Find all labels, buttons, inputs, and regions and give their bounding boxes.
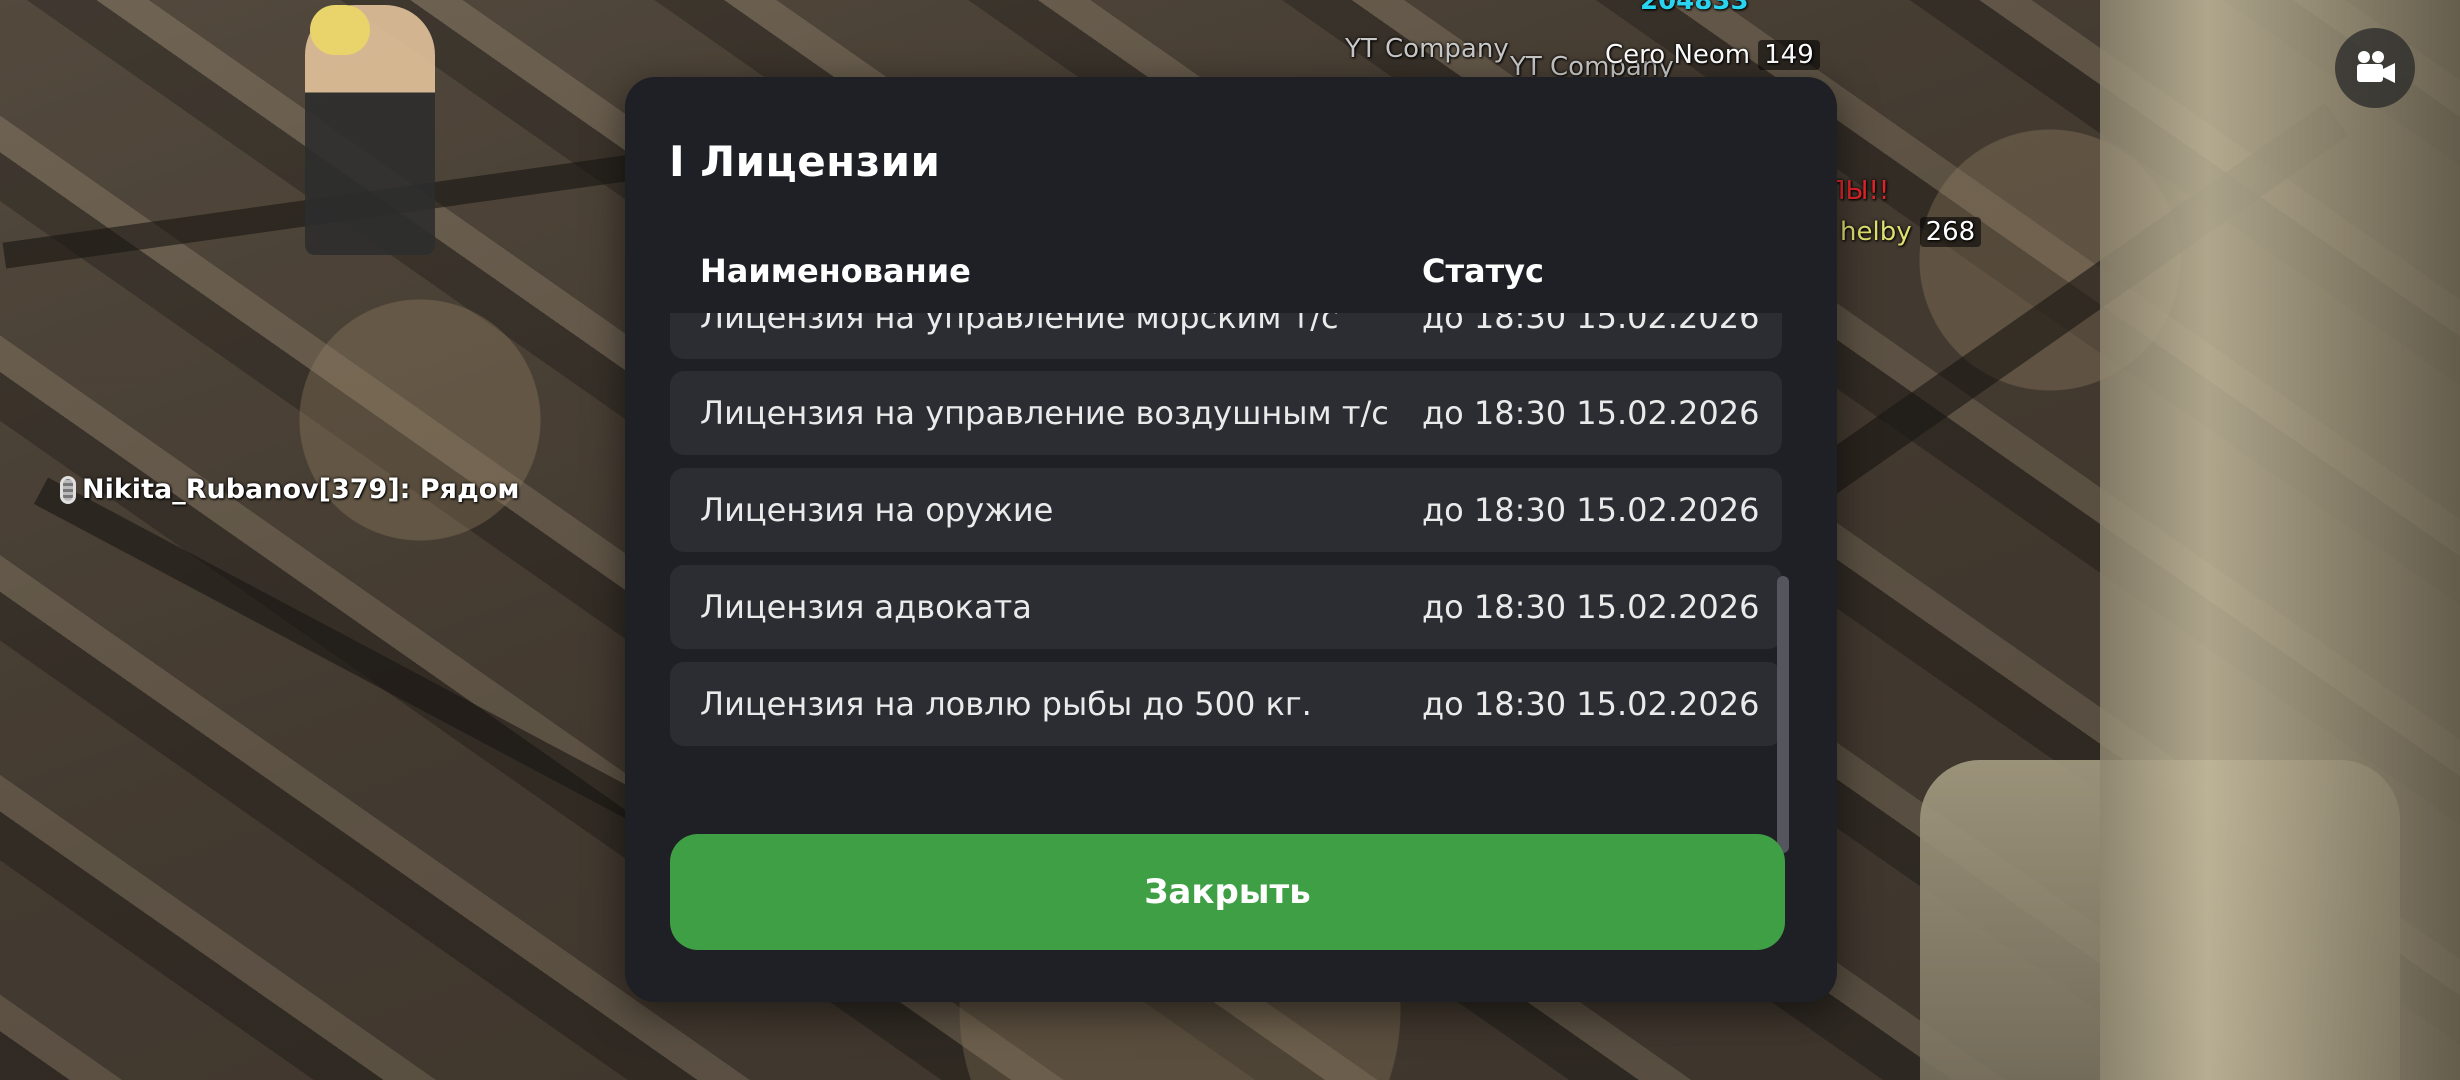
license-row[interactable]: Лицензия на управление воздушным т/с до …	[670, 371, 1782, 455]
license-name: Лицензия на управление воздушным т/с	[700, 394, 1389, 432]
license-name: Лицензия на ловлю рыбы до 500 кг.	[700, 685, 1312, 723]
license-row[interactable]: Лицензия на оружие до 18:30 15.02.2026	[670, 468, 1782, 552]
microphone-icon	[60, 475, 76, 504]
license-name: Лицензия на оружие	[700, 491, 1054, 529]
license-status: до 18:30 15.02.2026	[1422, 394, 1760, 432]
player-name: Cero Neom	[1605, 40, 1751, 70]
player-nametag: Cero Neom 149	[1605, 40, 1820, 70]
player-id-badge: 149	[1758, 40, 1820, 70]
game-scene: 204833 YT Company YT Company Cero Neom 14…	[0, 0, 2460, 1080]
column-header-name: Наименование	[700, 252, 971, 290]
licenses-modal: I Лицензии Наименование Статус Лицензия …	[625, 77, 1837, 1002]
player-id-badge: 268	[1919, 217, 1982, 247]
floor-border	[33, 477, 667, 833]
player-nametag: helby 268	[1840, 217, 1982, 247]
license-name: Лицензия на управление морским т/с	[700, 313, 1339, 336]
scrollbar-thumb[interactable]	[1777, 576, 1789, 853]
close-button[interactable]: Закрыть	[670, 834, 1785, 950]
license-status: до 18:30 15.02.2026	[1422, 588, 1760, 626]
license-status: до 18:30 15.02.2026	[1422, 313, 1760, 336]
licenses-list[interactable]: Лицензия на управление морским т/с до 18…	[670, 313, 1795, 853]
camera-toggle-button[interactable]	[2335, 28, 2415, 108]
license-name: Лицензия адвоката	[700, 588, 1032, 626]
license-row[interactable]: Лицензия адвоката до 18:30 15.02.2026	[670, 565, 1782, 649]
column-header-status: Статус	[1422, 252, 1544, 290]
yt-company-text: YT Company	[1345, 34, 1509, 64]
yt-company-tag: YT Company	[1345, 34, 1509, 64]
license-row[interactable]: Лицензия на ловлю рыбы до 500 кг. до 18:…	[670, 662, 1782, 746]
scrollbar-track[interactable]	[1777, 313, 1789, 853]
player-name: helby	[1840, 217, 1912, 247]
license-status: до 18:30 15.02.2026	[1422, 491, 1760, 529]
video-camera-icon	[2357, 51, 2395, 83]
license-row[interactable]: Лицензия на управление морским т/с до 18…	[670, 313, 1782, 359]
score-label: 204833	[1640, 0, 1749, 16]
table-header: Наименование Статус	[700, 252, 1780, 302]
modal-title: I Лицензии	[669, 137, 941, 186]
voice-chat-indicator: Nikita_Rubanov[379]: Рядом	[60, 474, 519, 505]
marble-pillar	[2100, 0, 2460, 1080]
player-character-hair	[310, 5, 370, 55]
license-status: до 18:30 15.02.2026	[1422, 685, 1760, 723]
voice-chat-text: Nikita_Rubanov[379]: Рядом	[82, 474, 520, 505]
